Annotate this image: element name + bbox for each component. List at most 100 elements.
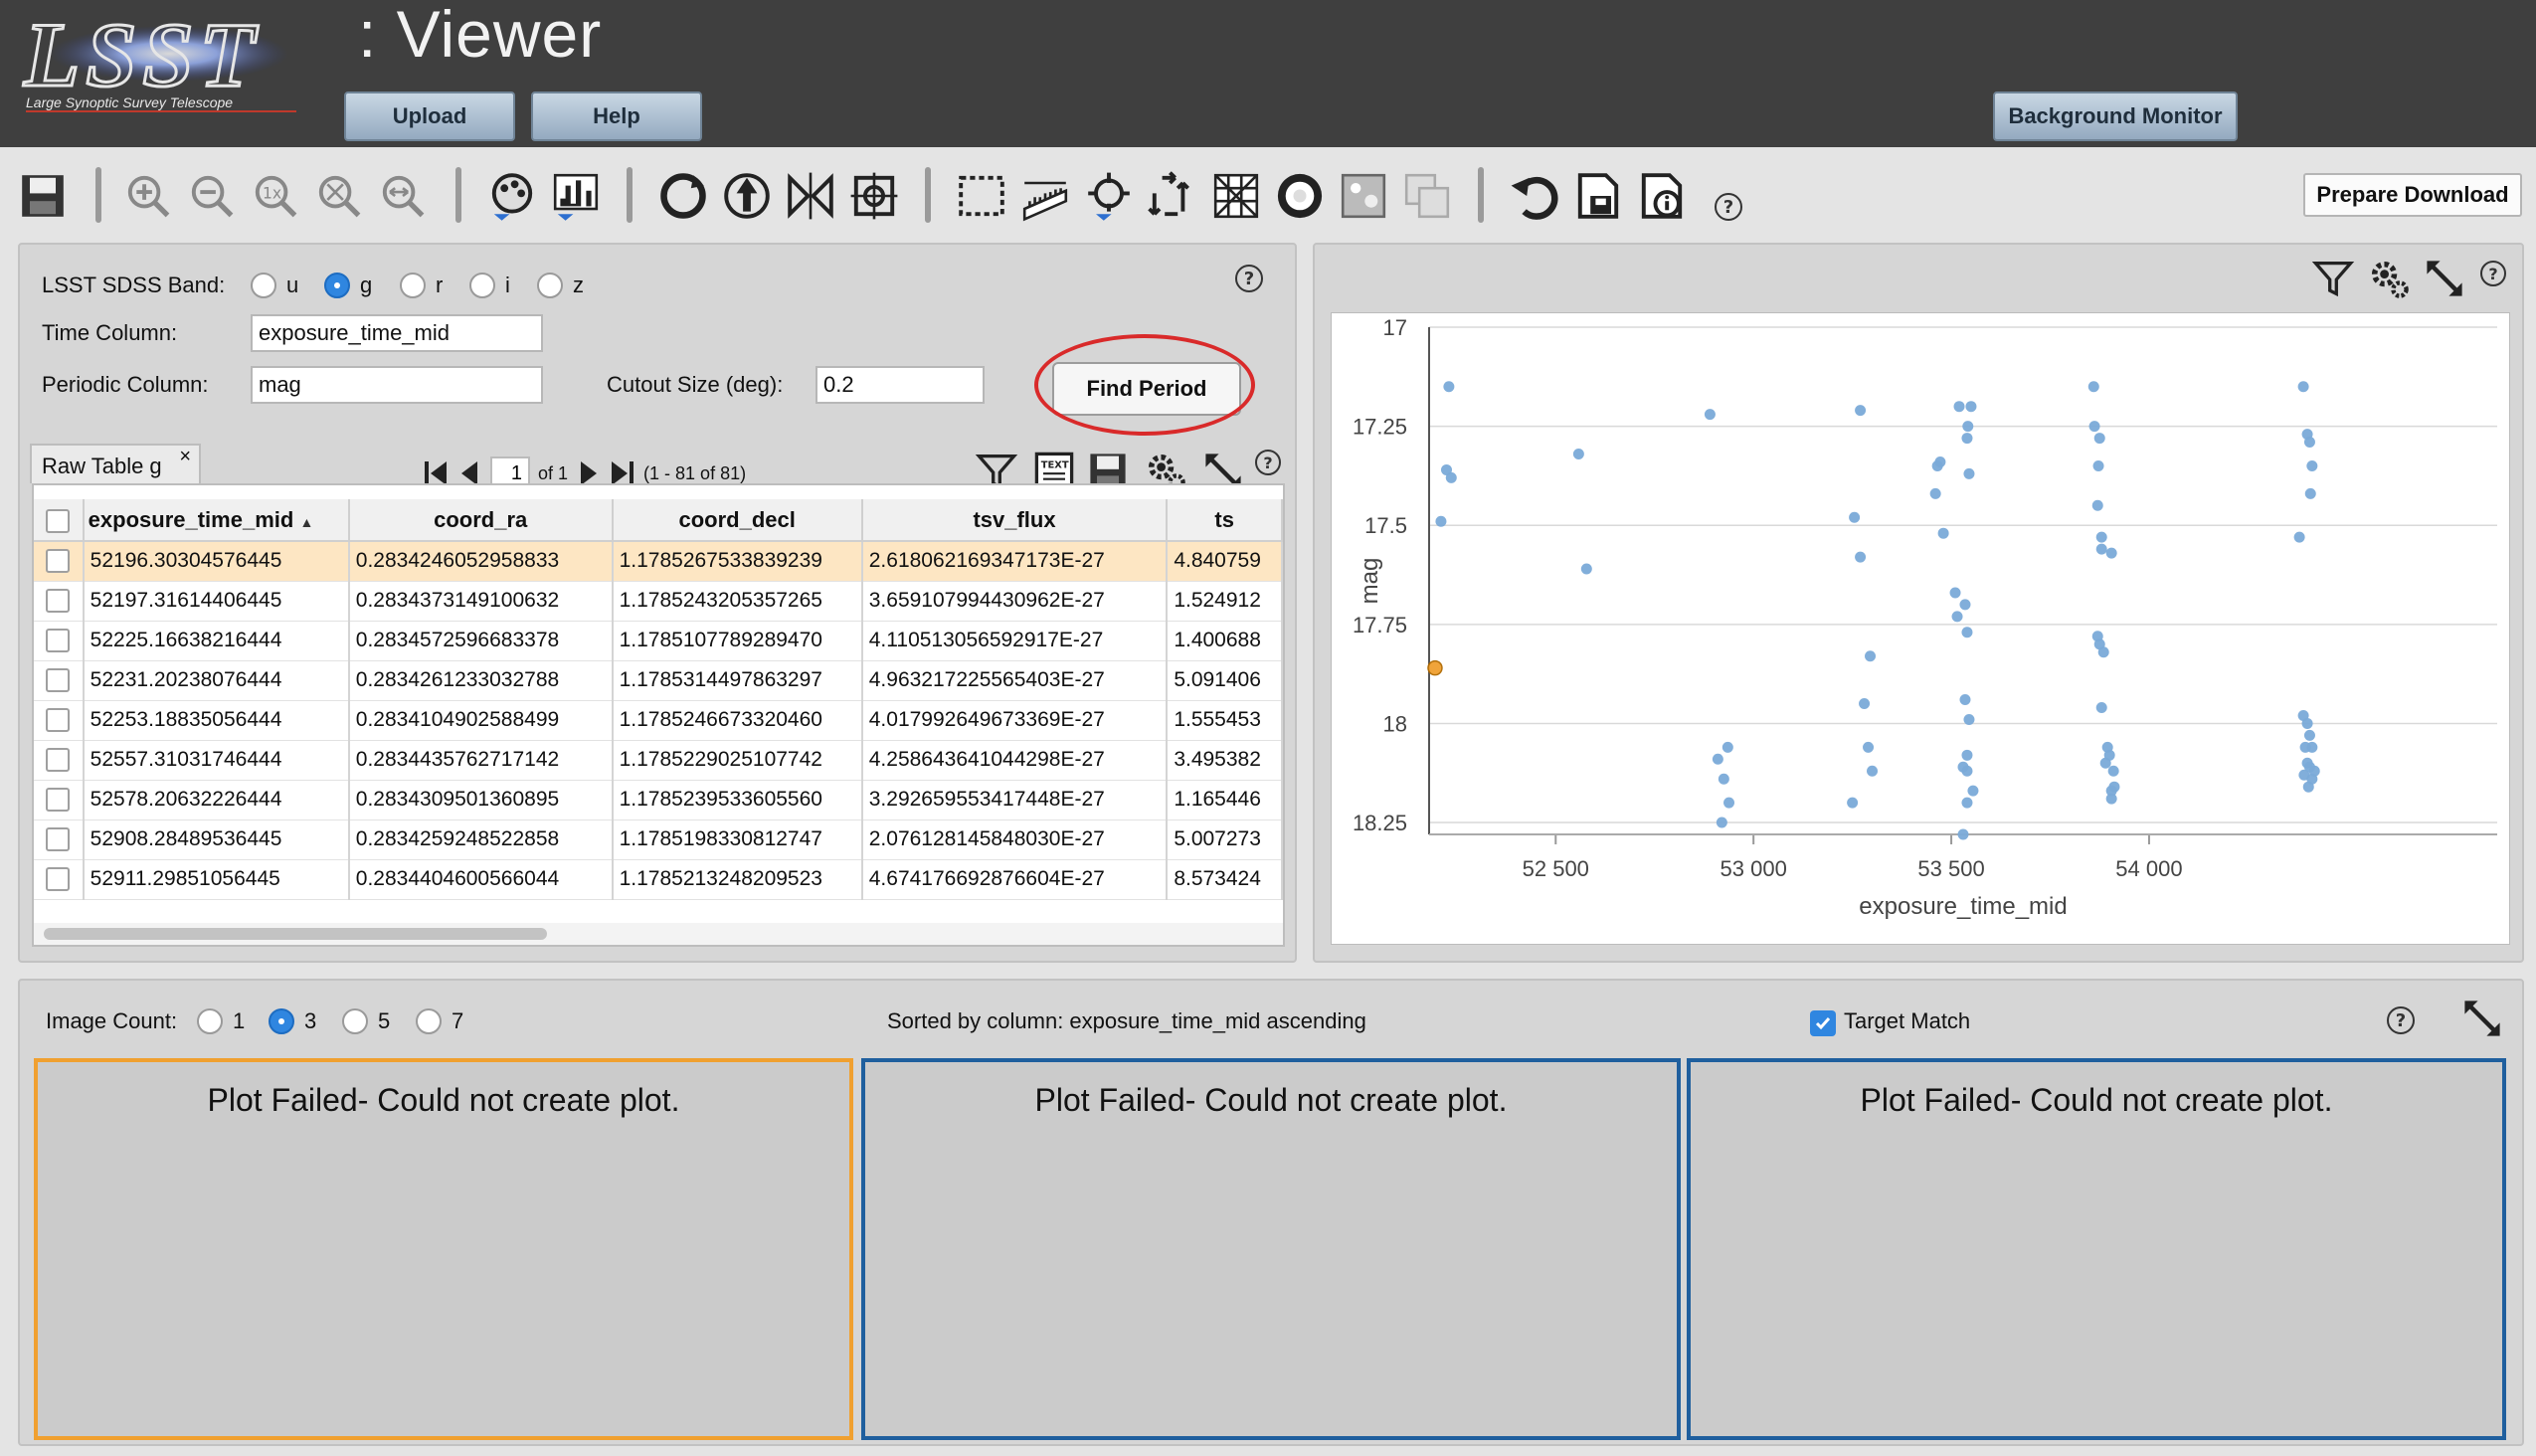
scatter-plot[interactable]: 17 17.25 17.5 17.75 18 18.25 52 500 53 000 53 50…	[1331, 312, 2510, 945]
save-icon[interactable]	[16, 169, 70, 223]
data-point[interactable]	[1959, 599, 1971, 611]
tab-raw-table[interactable]: Raw Table g ×	[30, 444, 201, 483]
save-region-icon[interactable]	[1571, 169, 1625, 223]
data-point[interactable]	[1704, 409, 1716, 421]
markers-icon[interactable]	[1082, 169, 1136, 223]
data-point[interactable]	[2308, 765, 2320, 777]
help-button[interactable]: Help	[531, 91, 702, 141]
data-point[interactable]	[2297, 381, 2309, 393]
histogram-icon[interactable]	[549, 169, 603, 223]
table-row[interactable]: 52557.31031746444 0.2834435762717142 1.178…	[34, 740, 1283, 781]
data-point[interactable]	[1937, 527, 1949, 539]
background-monitor-button[interactable]: Background Monitor	[1993, 91, 2238, 141]
data-point[interactable]	[2093, 433, 2105, 445]
data-point[interactable]	[1961, 749, 1973, 761]
help-icon[interactable]: ?	[2387, 1006, 2415, 1034]
band-radio-u[interactable]	[251, 273, 276, 298]
data-point[interactable]	[1716, 817, 1727, 828]
data-point[interactable]	[1961, 797, 1973, 809]
data-point[interactable]	[2303, 437, 2315, 449]
data-point[interactable]	[1961, 433, 1973, 445]
scrollbar-thumb[interactable]	[44, 928, 547, 940]
image-cell[interactable]: Plot Failed- Could not create plot.	[861, 1058, 1681, 1440]
data-point[interactable]	[2088, 421, 2100, 433]
column-header[interactable]: ts	[1167, 499, 1283, 542]
data-point[interactable]	[1963, 467, 1975, 479]
undo-icon[interactable]	[1508, 169, 1561, 223]
zoom-1x-icon[interactable]: 1x	[249, 169, 302, 223]
data-point[interactable]	[2097, 646, 2109, 658]
data-point[interactable]	[1572, 449, 1584, 459]
fits-info-icon[interactable]	[1635, 169, 1689, 223]
color-stretch-icon[interactable]	[485, 169, 539, 223]
table-row[interactable]: 52225.16638216444 0.2834572596683378 1.178…	[34, 621, 1283, 661]
data-point[interactable]	[1855, 405, 1867, 417]
image-icon[interactable]	[1337, 169, 1390, 223]
mask-icon[interactable]	[1273, 169, 1327, 223]
image-count-radio-3[interactable]	[269, 1008, 294, 1034]
data-point[interactable]	[2105, 547, 2117, 559]
help-icon[interactable]: ?	[2480, 261, 2506, 286]
select-area-icon[interactable]	[955, 169, 1008, 223]
image-count-radio-7[interactable]	[416, 1008, 442, 1034]
data-point[interactable]	[1718, 773, 1729, 785]
table-row[interactable]: 52578.20632226444 0.2834309501360895 1.178…	[34, 780, 1283, 820]
data-point[interactable]	[1580, 563, 1592, 575]
expand-icon[interactable]	[2421, 255, 2468, 302]
zoom-out-icon[interactable]	[185, 169, 239, 223]
data-point[interactable]	[1849, 511, 1861, 523]
data-point[interactable]	[1961, 765, 1973, 777]
table-row[interactable]: 52908.28489536445 0.2834259248522858 1.178…	[34, 819, 1283, 860]
data-point[interactable]	[2099, 757, 2111, 769]
data-point[interactable]	[1443, 381, 1455, 393]
data-point[interactable]	[1867, 765, 1879, 777]
prepare-download-button[interactable]: Prepare Download	[2303, 173, 2522, 217]
data-point[interactable]	[1959, 694, 1971, 706]
column-header[interactable]: exposure_time_mid ▲	[83, 499, 350, 542]
row-checkbox[interactable]	[46, 867, 71, 892]
zoom-fit-icon[interactable]	[312, 169, 366, 223]
data-point[interactable]	[1957, 828, 1969, 840]
table-row[interactable]: 52253.18835056444 0.2834104902588499 1.178…	[34, 700, 1283, 741]
data-point[interactable]	[1712, 753, 1723, 765]
image-cell[interactable]: Plot Failed- Could not create plot.	[1687, 1058, 2506, 1440]
band-radio-g[interactable]	[324, 273, 350, 298]
zoom-fill-icon[interactable]	[376, 169, 430, 223]
time-column-input[interactable]: exposure_time_mid	[251, 314, 543, 352]
data-point[interactable]	[2107, 765, 2119, 777]
table-row[interactable]: 52911.29851056445 0.2834404600566044 1.178…	[34, 859, 1283, 900]
band-radio-r[interactable]	[400, 273, 426, 298]
layers-icon[interactable]	[1146, 169, 1199, 223]
data-point[interactable]	[2087, 381, 2099, 393]
data-point[interactable]	[1865, 650, 1877, 662]
filter-icon[interactable]	[2309, 255, 2357, 302]
select-all-checkbox[interactable]	[46, 508, 71, 533]
data-point[interactable]	[2091, 499, 2103, 511]
data-point[interactable]	[2304, 487, 2316, 499]
row-checkbox[interactable]	[46, 788, 71, 813]
band-radio-i[interactable]	[469, 273, 495, 298]
data-point[interactable]	[1949, 587, 1961, 599]
data-point[interactable]	[1962, 421, 1974, 433]
data-point[interactable]	[2092, 459, 2104, 471]
data-point[interactable]	[1961, 627, 1973, 638]
data-point[interactable]	[2095, 543, 2107, 555]
overlay-icon[interactable]	[1400, 169, 1454, 223]
recenter-icon[interactable]	[847, 169, 901, 223]
column-header[interactable]: tsv_flux	[861, 499, 1169, 542]
data-point[interactable]	[1963, 713, 1975, 725]
upload-button[interactable]: Upload	[344, 91, 515, 141]
row-checkbox[interactable]	[46, 708, 71, 733]
data-point[interactable]	[2105, 785, 2117, 797]
help-icon[interactable]: ?	[1715, 193, 1742, 221]
help-icon[interactable]: ?	[1235, 265, 1263, 292]
data-point[interactable]	[1723, 797, 1735, 809]
row-checkbox[interactable]	[46, 589, 71, 614]
row-checkbox[interactable]	[46, 748, 71, 773]
rotate-icon[interactable]	[656, 169, 710, 223]
table-row[interactable]: 52196.30304576445 0.2834246052958833 1.178…	[34, 541, 1283, 582]
north-arrow-icon[interactable]	[720, 169, 774, 223]
target-match-checkbox[interactable]	[1810, 1010, 1836, 1036]
data-point[interactable]	[1435, 515, 1447, 527]
cutout-size-input[interactable]: 0.2	[815, 366, 985, 404]
